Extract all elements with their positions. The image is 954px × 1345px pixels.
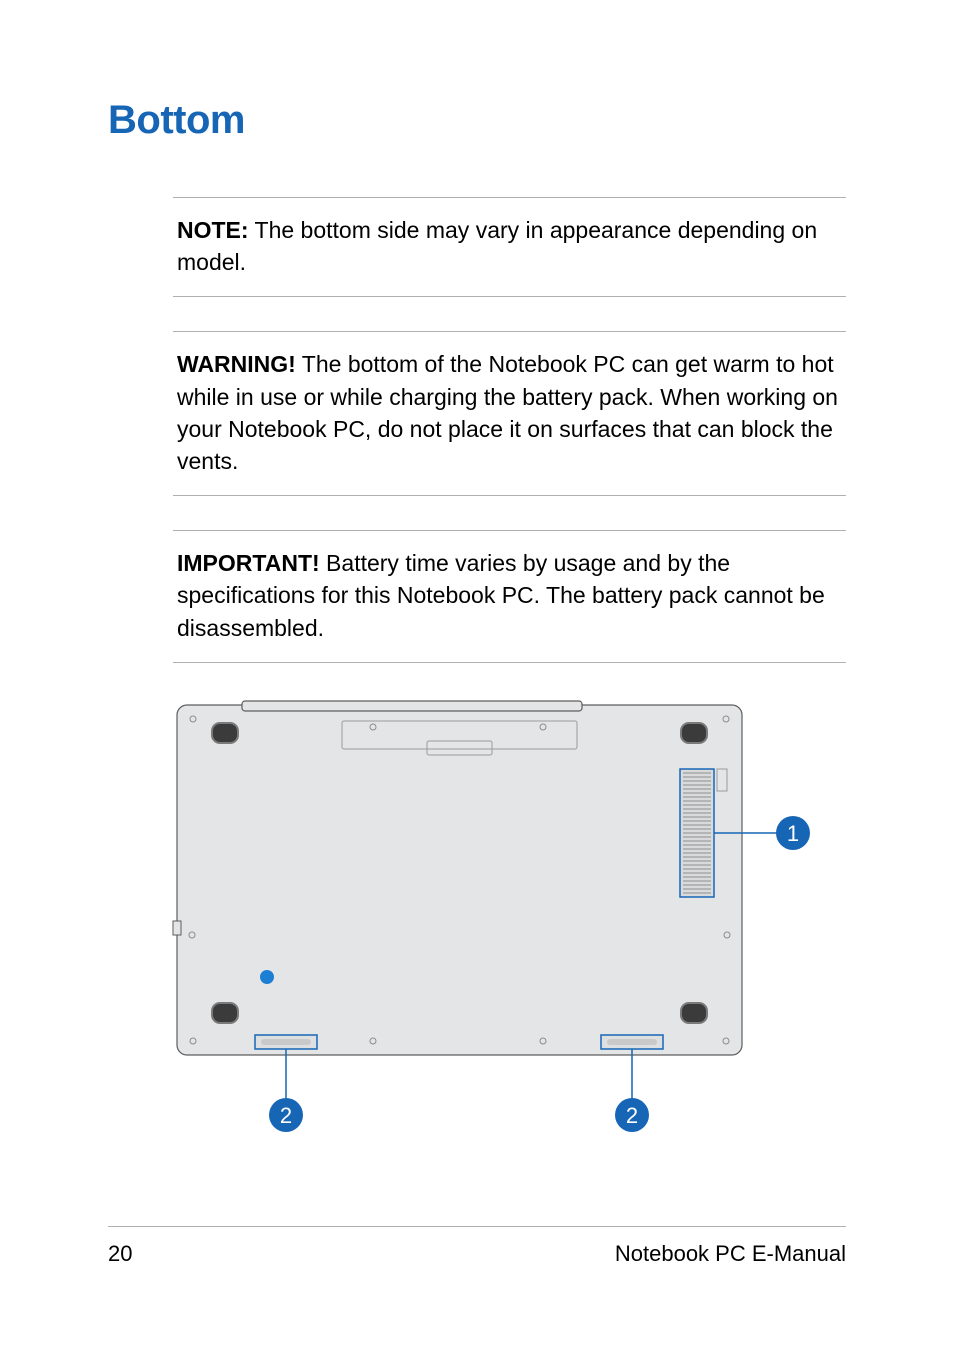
speaker-right — [601, 1035, 663, 1049]
warning-text: WARNING! The bottom of the Notebook PC c… — [173, 332, 846, 495]
page-number: 20 — [108, 1241, 132, 1267]
doc-title: Notebook PC E-Manual — [615, 1241, 846, 1267]
important-label: IMPORTANT! — [177, 550, 320, 576]
page-footer: 20 Notebook PC E-Manual — [108, 1226, 846, 1267]
note-block: NOTE: The bottom side may vary in appear… — [173, 197, 846, 297]
callout-2-right: 2 — [615, 1098, 649, 1132]
note-body: The bottom side may vary in appearance d… — [177, 217, 817, 275]
callout-1: 1 — [776, 816, 810, 850]
important-text: IMPORTANT! Battery time varies by usage … — [173, 531, 846, 662]
callout-2-left: 2 — [269, 1098, 303, 1132]
divider — [173, 495, 846, 496]
divider — [173, 296, 846, 297]
svg-text:1: 1 — [787, 821, 799, 846]
section-title: Bottom — [108, 98, 846, 143]
svg-text:2: 2 — [626, 1103, 638, 1128]
warning-label: WARNING! — [177, 351, 296, 377]
divider — [173, 662, 846, 663]
note-label: NOTE: — [177, 217, 249, 243]
warning-block: WARNING! The bottom of the Notebook PC c… — [173, 331, 846, 496]
important-block: IMPORTANT! Battery time varies by usage … — [173, 530, 846, 663]
diagram-svg: 1 2 2 — [137, 697, 817, 1157]
speaker-left — [255, 1035, 317, 1049]
laptop-bottom-diagram: 1 2 2 — [137, 697, 817, 1157]
diagram-container: 1 2 2 — [108, 697, 846, 1157]
svg-text:2: 2 — [280, 1103, 292, 1128]
note-text: NOTE: The bottom side may vary in appear… — [173, 198, 846, 296]
